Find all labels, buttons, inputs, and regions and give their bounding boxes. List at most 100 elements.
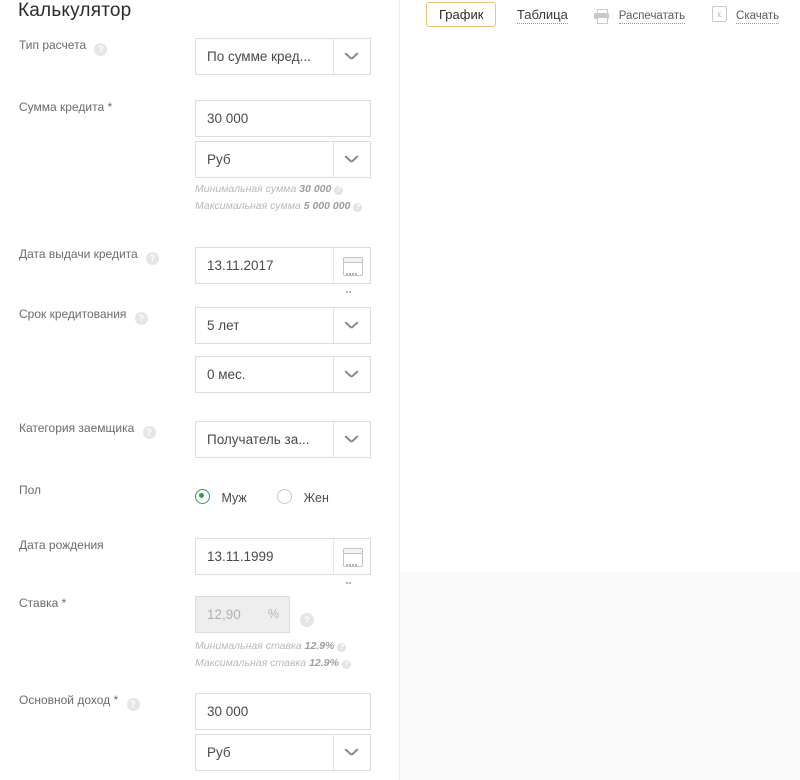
result-tabbar: График Таблица Распечатать Скачать: [426, 2, 780, 28]
download-action-label: Скачать: [736, 9, 780, 24]
chevron-down-icon[interactable]: [333, 308, 370, 343]
select-loan-term-months-value: 0 мес.: [207, 367, 246, 382]
label-text: Дата выдачи кредита: [19, 247, 138, 261]
select-borrower-category[interactable]: Получатель за...: [195, 421, 371, 458]
select-income-currency-value: Руб: [207, 745, 231, 760]
fields-calc-type: По сумме кред...: [195, 38, 371, 79]
hint-min-amount-value: 30 000: [299, 183, 332, 195]
hint-min-rate: Минимальная ставка 12.9%?: [195, 639, 371, 654]
fields-birth-date: 13.11.1999: [195, 538, 371, 584]
hint-min-amount: Минимальная сумма 30 000?: [195, 182, 371, 197]
fields-income: 30 000 Руб: [195, 693, 371, 775]
input-loan-amount[interactable]: 30 000: [195, 100, 371, 137]
hint-max-amount-text: Максимальная сумма: [195, 200, 304, 212]
radio-dot-icon: [277, 489, 293, 504]
hint-min-rate-value: 12.9%: [304, 640, 335, 652]
rate-help[interactable]: ?: [300, 607, 314, 627]
label-issue-date: Дата выдачи кредита ?: [19, 247, 160, 265]
label-text: Сумма кредита: [19, 100, 105, 114]
hint-max-rate: Максимальная ставка 12.9%?: [195, 656, 371, 671]
print-action[interactable]: Распечатать: [594, 6, 686, 24]
chevron-down-icon[interactable]: [333, 142, 370, 177]
input-birth-date-value: 13.11.1999: [207, 549, 274, 564]
label-birth-date: Дата рождения: [19, 538, 104, 552]
help-icon[interactable]: ?: [341, 660, 351, 669]
input-income-value: 30 000: [207, 704, 249, 719]
result-panel: График Таблица Распечатать Скачать: [399, 0, 800, 572]
input-loan-amount-value: 30 000: [207, 111, 249, 126]
radio-gender-male-label: Муж: [221, 491, 247, 505]
select-loan-term-years[interactable]: 5 лет: [195, 307, 371, 344]
help-icon[interactable]: ?: [94, 43, 108, 56]
required-marker: *: [107, 100, 113, 114]
label-text: Ставка: [19, 596, 59, 610]
radio-gender-female[interactable]: Жен: [277, 489, 329, 507]
hint-max-rate-value: 12.9%: [309, 657, 339, 669]
label-text: Тип расчета: [19, 38, 87, 52]
help-icon[interactable]: ?: [134, 312, 148, 325]
fields-loan-amount: 30 000 Руб Минимальная сумма 30 000? Мак…: [195, 100, 371, 214]
input-birth-date[interactable]: 13.11.1999: [195, 538, 371, 584]
radio-dot-icon: [195, 489, 210, 504]
hint-max-amount-value: 5 000 000: [303, 200, 351, 212]
label-text: Категория заемщика: [19, 421, 135, 435]
help-icon[interactable]: ?: [146, 252, 160, 265]
label-text: Пол: [19, 483, 42, 497]
label-text: Срок кредитования: [19, 307, 127, 321]
label-income: Основной доход * ?: [19, 693, 140, 711]
help-icon[interactable]: ?: [353, 203, 363, 212]
help-icon[interactable]: ?: [126, 698, 140, 711]
fields-borrower-category: Получатель за...: [195, 421, 371, 462]
chevron-down-icon[interactable]: [333, 422, 370, 457]
label-text: Дата рождения: [19, 538, 104, 552]
help-icon[interactable]: ?: [142, 426, 156, 439]
label-calc-type: Тип расчета ?: [19, 38, 108, 56]
printer-icon: [594, 8, 610, 24]
select-borrower-category-value: Получатель за...: [207, 432, 310, 447]
chevron-down-icon[interactable]: [333, 39, 370, 74]
calendar-icon[interactable]: [333, 248, 370, 293]
help-icon[interactable]: ?: [300, 613, 314, 627]
fields-rate: 12,90 % ? Минимальная ставка 12.9%? Макс…: [195, 596, 371, 671]
radio-group-gender: Муж Жен: [195, 489, 355, 507]
label-loan-amount: Сумма кредита *: [19, 100, 112, 114]
select-income-currency[interactable]: Руб: [195, 734, 371, 771]
chevron-down-icon[interactable]: [333, 735, 370, 770]
input-issue-date[interactable]: 13.11.2017: [195, 247, 371, 293]
input-rate-unit: %: [267, 607, 279, 621]
label-loan-term: Срок кредитования ?: [19, 307, 148, 325]
hint-min-rate-text: Минимальная ставка: [195, 640, 305, 652]
hint-max-amount: Максимальная сумма 5 000 000?: [195, 199, 371, 214]
radio-gender-male[interactable]: Муж: [195, 489, 247, 507]
select-loan-term-months[interactable]: 0 мес.: [195, 356, 371, 393]
download-action[interactable]: Скачать: [711, 5, 780, 24]
calendar-icon[interactable]: [333, 539, 370, 584]
hint-min-amount-text: Минимальная сумма: [195, 183, 300, 195]
select-loan-term-years-value: 5 лет: [207, 318, 240, 333]
chevron-down-icon[interactable]: [333, 357, 370, 392]
required-marker: *: [113, 693, 119, 707]
fields-loan-term: 5 лет 0 мес.: [195, 307, 371, 397]
hint-max-rate-text: Максимальная ставка: [195, 657, 310, 669]
input-income[interactable]: 30 000: [195, 693, 371, 730]
select-calc-type[interactable]: По сумме кред...: [195, 38, 371, 75]
label-borrower-category: Категория заемщика ?: [19, 421, 156, 439]
fields-issue-date: 13.11.2017: [195, 247, 371, 293]
excel-icon: [711, 5, 727, 22]
input-issue-date-value: 13.11.2017: [207, 258, 274, 273]
select-loan-currency-value: Руб: [207, 152, 231, 167]
required-marker: *: [61, 596, 67, 610]
select-loan-currency[interactable]: Руб: [195, 141, 371, 178]
label-text: Основной доход: [19, 693, 111, 707]
label-rate: Ставка *: [19, 596, 66, 610]
help-icon[interactable]: ?: [337, 643, 347, 652]
print-action-label: Распечатать: [618, 9, 686, 24]
label-gender: Пол: [19, 483, 41, 497]
calculator-form: Калькулятор Тип расчета ? По сумме кред.…: [0, 0, 398, 780]
tab-table[interactable]: Таблица: [516, 6, 568, 24]
input-rate: 12,90 %: [195, 596, 290, 633]
radio-gender-female-label: Жен: [303, 491, 329, 505]
tab-chart[interactable]: График: [426, 2, 497, 27]
input-rate-value: 12,90: [207, 607, 241, 622]
help-icon[interactable]: ?: [334, 186, 344, 195]
